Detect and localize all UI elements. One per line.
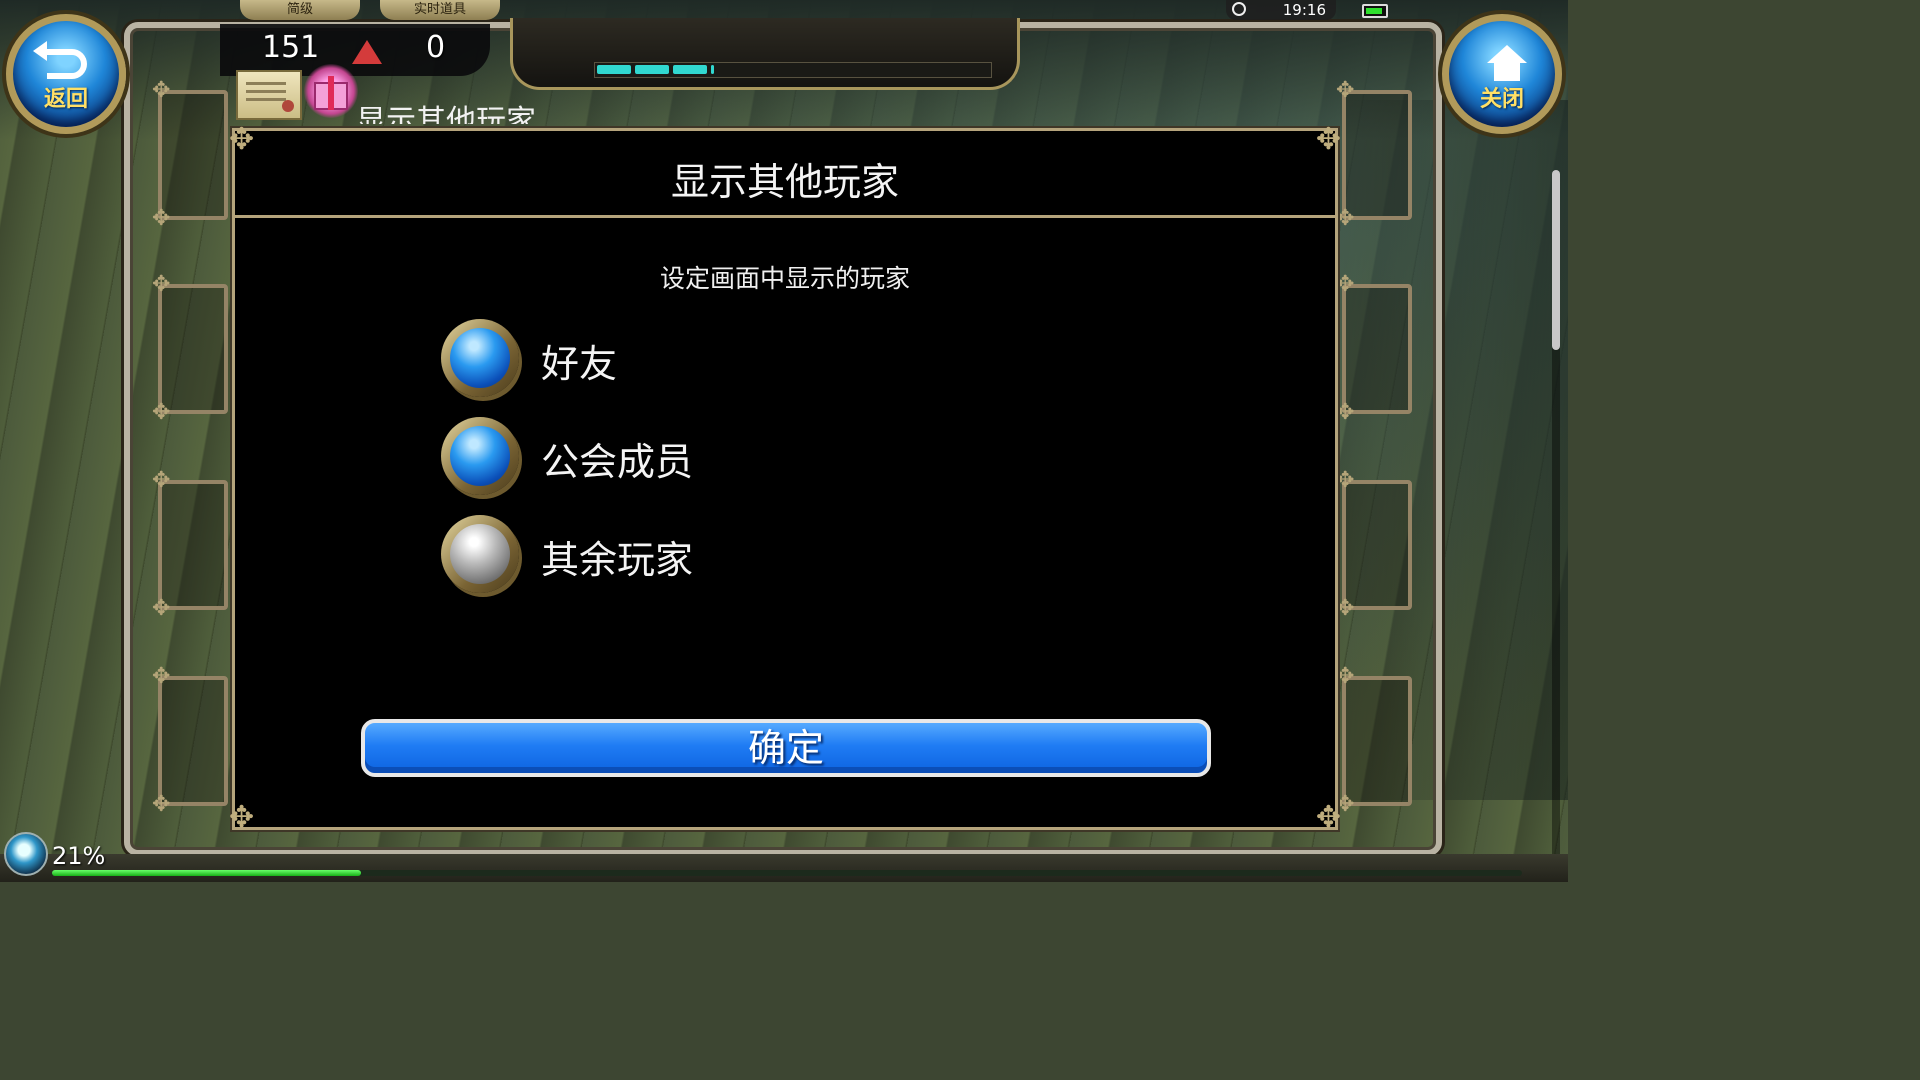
mail-icon[interactable] [236, 70, 302, 120]
exp-bar-fill [52, 870, 361, 876]
corner-ornament-icon: ✥ [229, 800, 255, 835]
close-button[interactable]: 关闭 [1442, 14, 1562, 134]
status-time: 19:16 [1282, 1, 1326, 19]
radio-indicator [450, 328, 510, 388]
corner-ornament-icon: ✥ [1315, 800, 1341, 835]
gauge-segment [711, 65, 714, 74]
status-clock: 19:16 [1226, 0, 1336, 20]
warning-triangle-icon [352, 40, 382, 64]
hud-tab-items[interactable]: 实时道具 [380, 0, 500, 20]
home-icon [1487, 45, 1527, 81]
gauge-segment [673, 65, 707, 74]
hud-count-primary: 151 [262, 30, 320, 65]
back-button-label: 返回 [43, 87, 88, 112]
option-guild-members[interactable]: 公会成员 [441, 417, 841, 497]
option-other-players[interactable]: 其余玩家 [441, 515, 841, 595]
close-button-label: 关闭 [1479, 87, 1524, 112]
radio-button[interactable] [441, 417, 519, 495]
exp-orb-icon [4, 832, 48, 876]
hud-gauge-frame [510, 18, 1020, 90]
bottom-bar [0, 854, 1568, 882]
exp-percent: 21% [52, 842, 106, 870]
confirm-button[interactable]: 确定 [361, 719, 1211, 777]
gauge-segment [597, 65, 631, 74]
back-arrow-icon [33, 41, 87, 79]
background-panel-title: 显示其他玩家 [356, 104, 536, 124]
scrollbar-thumb[interactable] [1552, 170, 1560, 350]
dialog-subtitle: 设定画面中显示的玩家 [659, 264, 910, 293]
option-label[interactable]: 好友 [541, 333, 617, 388]
back-button[interactable]: 返回 [6, 14, 126, 134]
hud-count-secondary: 0 [426, 30, 446, 65]
exp-bar [52, 870, 1522, 876]
display-players-dialog: 显示其他玩家 ✥ ✥ ✥ ✥ 设定画面中显示的玩家 好友 公会成员 其余玩家 确… [229, 122, 1341, 835]
dialog-title: 显示其他玩家 [670, 160, 899, 204]
corner-ornament-icon: ✥ [229, 122, 255, 157]
radio-indicator [450, 524, 510, 584]
dialog-header: 显示其他玩家 [235, 131, 1335, 218]
radio-button[interactable] [441, 515, 519, 593]
corner-ornament-icon: ✥ [1315, 122, 1341, 157]
battery-icon [1362, 4, 1388, 18]
option-label[interactable]: 其余玩家 [541, 529, 693, 584]
gift-icon[interactable] [304, 64, 358, 118]
hud-gauge [594, 62, 992, 78]
gauge-segment [635, 65, 669, 74]
radio-indicator [450, 426, 510, 486]
radio-button[interactable] [441, 319, 519, 397]
option-friends[interactable]: 好友 [441, 319, 841, 399]
option-label[interactable]: 公会成员 [541, 431, 693, 486]
clock-icon [1232, 2, 1246, 16]
hud-tab-level[interactable]: 简级 [240, 0, 360, 20]
